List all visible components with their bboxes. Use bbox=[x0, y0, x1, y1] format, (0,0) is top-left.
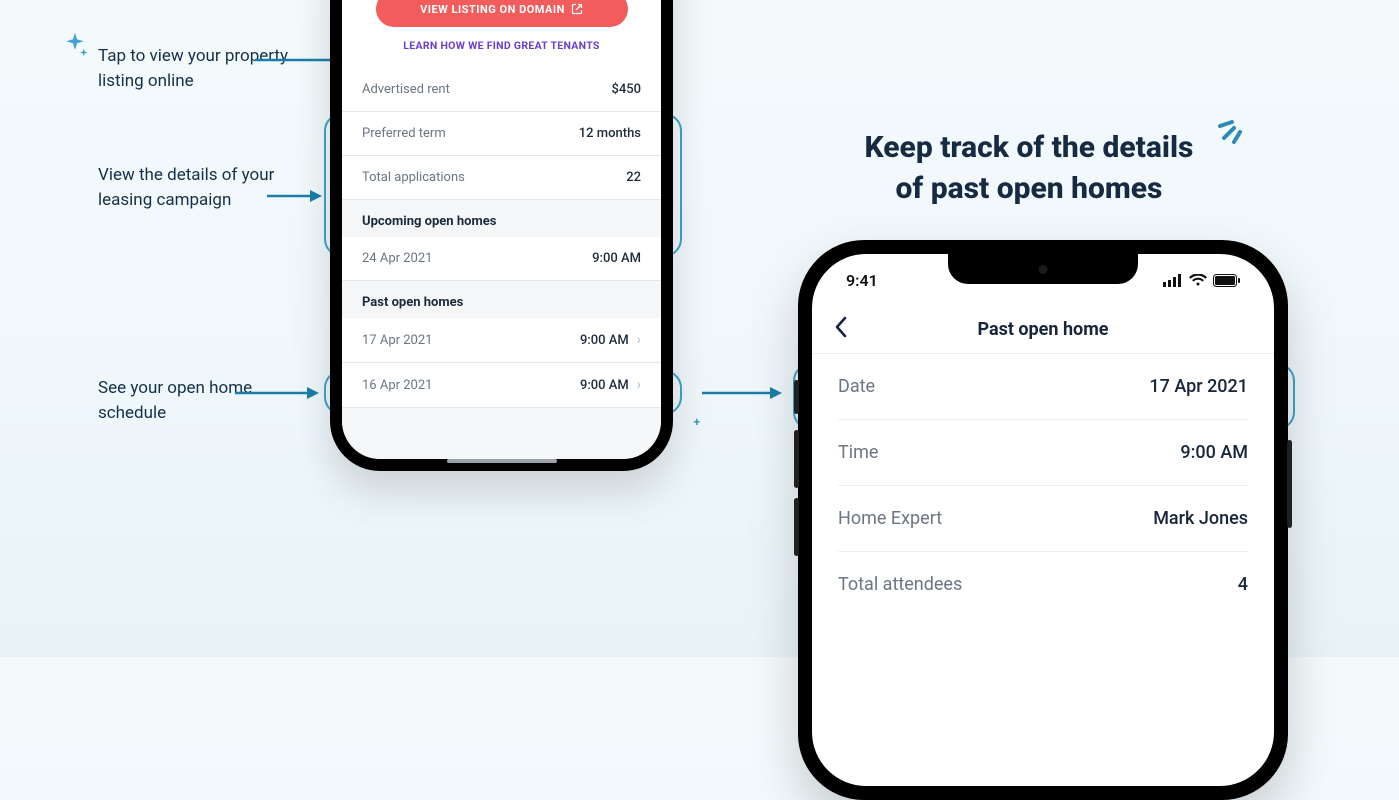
detail-row-term: Preferred term 12 months bbox=[342, 112, 661, 156]
detail-row-applications: Total applications 22 bbox=[342, 156, 661, 200]
wifi-icon bbox=[1189, 274, 1207, 287]
chevron-left-icon bbox=[834, 316, 848, 338]
past-open-home-row[interactable]: 16 Apr 2021 9:00 AM› bbox=[342, 363, 661, 408]
battery-icon bbox=[1213, 274, 1240, 287]
phone-leasing-campaign: Your leasing manager Angela Misfud is wo… bbox=[330, 0, 673, 471]
status-time: 9:41 bbox=[846, 271, 878, 290]
plus-accent-icon: + bbox=[693, 415, 700, 429]
upcoming-open-home-row[interactable]: 24 Apr 2021 9:00 AM bbox=[342, 237, 661, 281]
cellular-icon bbox=[1163, 274, 1183, 287]
view-listing-button[interactable]: VIEW LISTING ON DOMAIN bbox=[376, 0, 628, 27]
external-link-icon bbox=[571, 3, 583, 15]
sparkle-icon bbox=[60, 30, 90, 64]
section-past-open-homes: Past open homes bbox=[342, 281, 661, 318]
view-listing-label: VIEW LISTING ON DOMAIN bbox=[420, 3, 565, 16]
back-button[interactable] bbox=[834, 316, 848, 344]
arrow-icon bbox=[235, 383, 319, 403]
page-title: Past open home bbox=[977, 319, 1108, 340]
arrow-icon bbox=[702, 383, 782, 403]
burst-icon bbox=[1218, 108, 1258, 152]
past-open-home-row[interactable]: 17 Apr 2021 9:00 AM› bbox=[342, 318, 661, 363]
arrow-icon bbox=[267, 186, 322, 206]
detail-row-attendees: Total attendees 4 bbox=[838, 552, 1248, 617]
phone-past-open-home-detail: 9:41 Past open home Date 17 Apr 2021 bbox=[798, 240, 1288, 800]
chevron-right-icon: › bbox=[637, 332, 641, 348]
learn-tenants-link[interactable]: LEARN HOW WE FIND GREAT TENANTS bbox=[362, 39, 641, 52]
chevron-right-icon: › bbox=[637, 377, 641, 393]
detail-row-home-expert: Home Expert Mark Jones bbox=[838, 486, 1248, 552]
detail-row-rent: Advertised rent $450 bbox=[342, 68, 661, 112]
phone-notch bbox=[948, 254, 1138, 284]
detail-row-time: Time 9:00 AM bbox=[838, 420, 1248, 486]
nav-bar: Past open home bbox=[812, 306, 1274, 354]
section-upcoming-open-homes: Upcoming open homes bbox=[342, 200, 661, 237]
hero-heading: Keep track of the detailsof past open ho… bbox=[829, 128, 1229, 209]
detail-row-date: Date 17 Apr 2021 bbox=[838, 354, 1248, 420]
